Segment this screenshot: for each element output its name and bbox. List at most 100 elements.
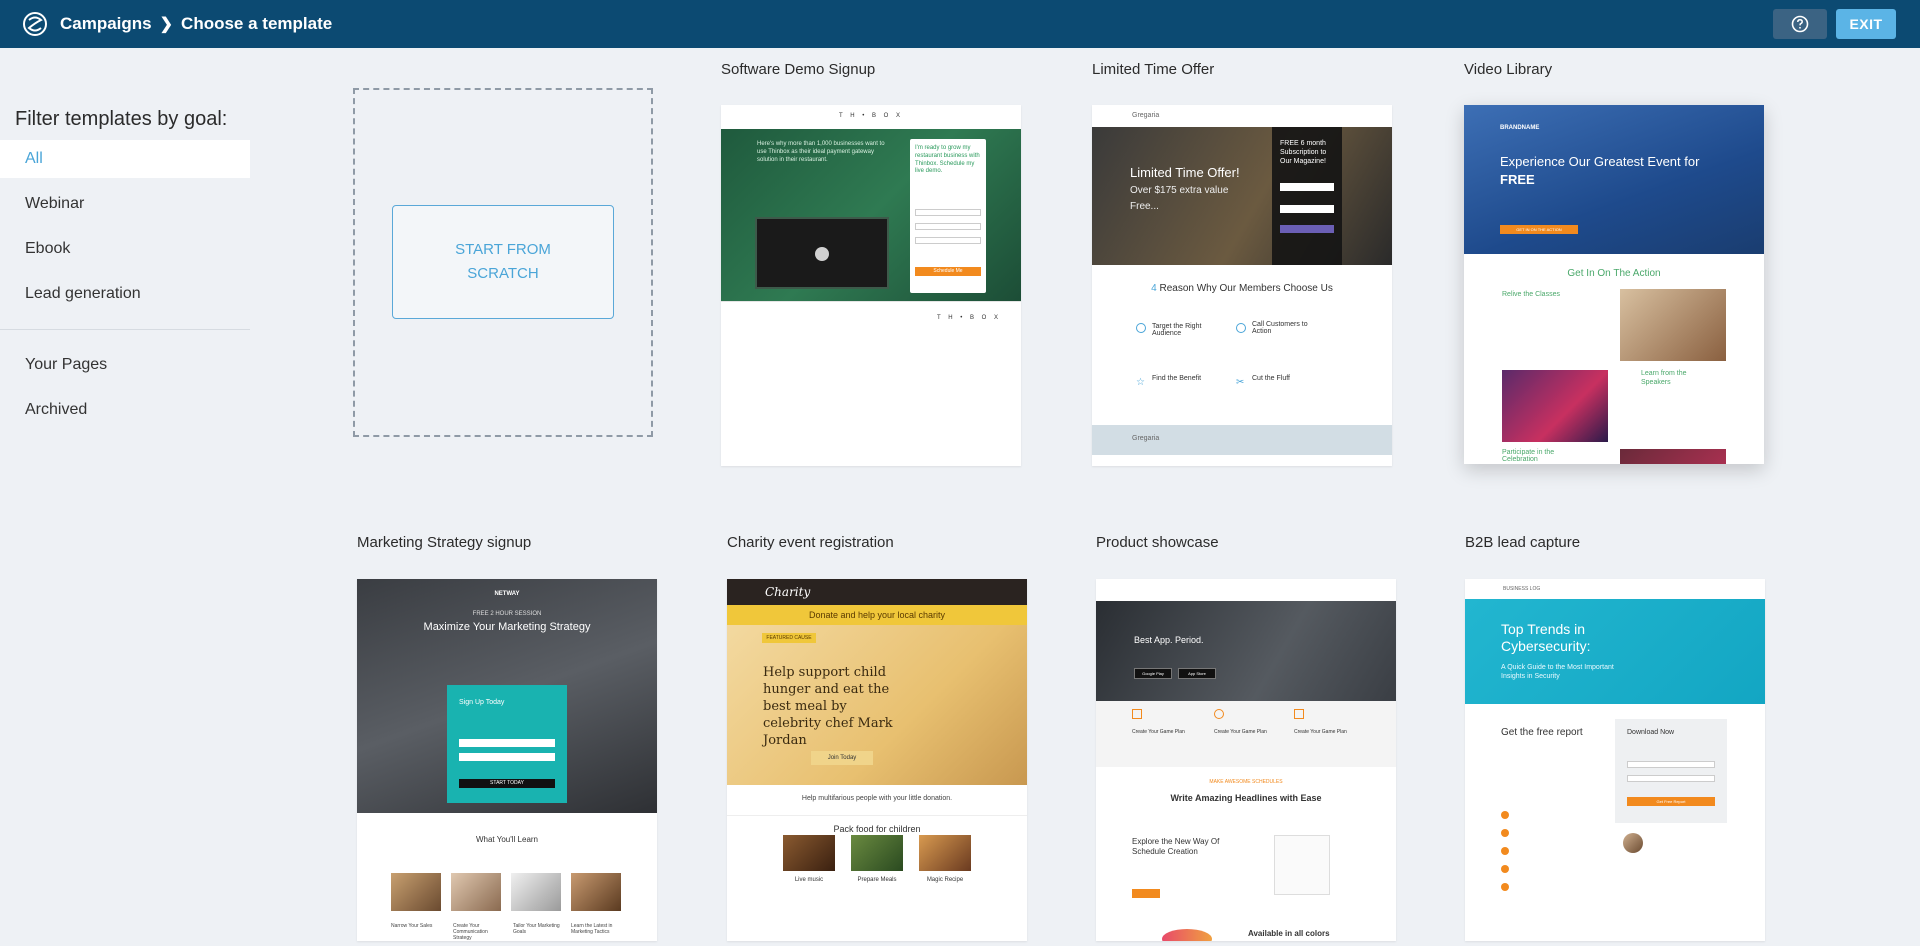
template-image [1620, 449, 1726, 464]
user-icon [1236, 323, 1246, 333]
template-hero: Top Trends in Cybersecurity: A Quick Gui… [1465, 599, 1765, 704]
template-button: Schedule Me [915, 267, 981, 276]
chevron-right-icon: ❯ [159, 16, 174, 33]
template-form: I'm ready to grow my restaurant business… [910, 139, 986, 293]
template-section-text: Reason Why Our Members Choose Us [1159, 283, 1333, 294]
filter-lead-generation[interactable]: Lead generation [0, 275, 250, 313]
user-icon [1214, 709, 1224, 719]
form-field [1627, 761, 1715, 768]
template-image [511, 873, 561, 911]
filter-ebook[interactable]: Ebook [0, 230, 250, 268]
template-section-title: Get In On The Action [1567, 268, 1661, 279]
template-hero: Best App. Period. Google Play App Store [1096, 601, 1396, 701]
app-store-badge: App Store [1178, 668, 1216, 679]
template-feature: Find the Benefit [1152, 375, 1202, 382]
template-button: Get Free Report [1627, 797, 1715, 806]
template-hero-title: Top Trends in Cybersecurity: [1501, 621, 1591, 654]
template-kicker: MAKE AWESOME SCHEDULES [1209, 779, 1283, 785]
form-field [1280, 183, 1334, 191]
template-hero-title: Best App. Period. [1134, 635, 1204, 645]
edit-icon [1132, 709, 1142, 719]
check-icon [1501, 865, 1509, 873]
template-section-title: Pack food for children [833, 824, 921, 834]
template-brand: BRANDNAME [1500, 125, 1540, 131]
form-field [459, 753, 555, 761]
app-logo-icon[interactable] [22, 11, 48, 37]
template-feature: Target the Right Audience [1152, 323, 1202, 337]
template-sub-title: Explore the New Way Of Schedule Creation [1132, 837, 1220, 857]
template-card-video-library[interactable]: BRANDNAME Experience Our Greatest Event … [1464, 105, 1764, 464]
template-footer-brand: Gregaria [1132, 435, 1160, 442]
template-section-num: 4 [1151, 283, 1157, 294]
template-card-marketing-strategy[interactable]: NETWAY FREE 2 HOUR SESSION Maximize Your… [357, 579, 657, 941]
scratch-label-line2: SCRATCH [467, 265, 539, 282]
top-bar: Campaigns ❯ Choose a template EXIT [0, 0, 1920, 48]
nav-your-pages[interactable]: Your Pages [0, 346, 250, 384]
template-image [783, 835, 835, 871]
template-nav: Charity [727, 579, 1027, 605]
form-field [915, 209, 981, 216]
footer-divider [721, 301, 1021, 302]
template-banner: Donate and help your local charity [727, 605, 1027, 625]
exit-button[interactable]: EXIT [1836, 9, 1896, 39]
page-title: Choose a template [181, 14, 333, 33]
template-item: Participate in the Celebration [1502, 449, 1555, 463]
template-hero-title: Help support child hunger and eat the be… [763, 665, 893, 748]
template-form-title: I'm ready to grow my restaurant business… [915, 145, 980, 175]
form-field [915, 237, 981, 244]
check-icon [1501, 883, 1509, 891]
template-card-product-showcase[interactable]: Best App. Period. Google Play App Store … [1096, 579, 1396, 941]
template-hero: FEATURED CAUSE Help support child hunger… [727, 625, 1027, 785]
template-item: Prepare Meals [857, 877, 897, 883]
template-brand: NETWAY [494, 591, 520, 597]
form-field [1627, 775, 1715, 782]
template-card-software-demo[interactable]: T H • B O X Here's why more than 1,000 b… [721, 105, 1021, 466]
template-title: Product showcase [1096, 534, 1219, 551]
template-logo: T H • B O X [721, 105, 1021, 129]
star-icon: ☆ [1136, 377, 1145, 388]
start-from-scratch-button[interactable]: START FROM SCRATCH [392, 205, 614, 319]
template-hero-title: Maximize Your Marketing Strategy [423, 621, 591, 633]
template-hero-sub2: Free... [1130, 201, 1159, 212]
template-headline: Here's why more than 1,000 businesses wa… [757, 141, 885, 163]
template-form: Download Now Get Free Report [1615, 719, 1727, 823]
template-section-title: 4 Reason Why Our Members Choose Us [1092, 282, 1392, 295]
template-hero-em: FREE [1500, 172, 1535, 188]
template-footer-text: Available in all colors [1248, 929, 1330, 938]
video-thumbnail [755, 217, 889, 289]
template-image [1620, 289, 1726, 361]
template-item: Relive the Classes [1502, 291, 1560, 298]
filter-all[interactable]: All [0, 140, 250, 178]
form-field [1280, 205, 1334, 213]
template-caption: Narrow Your Sales [391, 923, 433, 929]
template-card-limited-time-offer[interactable]: Gregaria Limited Time Offer! Over $175 e… [1092, 105, 1392, 466]
template-features: Create Your Game Plan Create Your Game P… [1096, 701, 1396, 767]
template-caption: Learn the Latest in Marketing Tactics [571, 923, 613, 935]
template-image [1162, 929, 1212, 941]
template-image [451, 873, 501, 911]
template-card-charity-event[interactable]: Charity Donate and help your local chari… [727, 579, 1027, 941]
scratch-label-line1: START FROM [455, 241, 551, 258]
template-title: Software Demo Signup [721, 61, 876, 78]
template-brand: Gregaria [1132, 112, 1160, 119]
avatar [1623, 833, 1643, 853]
breadcrumb-campaigns[interactable]: Campaigns [60, 14, 152, 34]
filter-title: Filter templates by goal: [15, 108, 228, 130]
template-image [1274, 835, 1330, 895]
template-card-b2b-lead-capture[interactable]: BUSINESS LOG Top Trends in Cybersecurity… [1465, 579, 1765, 941]
filter-webinar[interactable]: Webinar [0, 185, 250, 223]
target-icon [1136, 323, 1146, 333]
template-hero: Here's why more than 1,000 businesses wa… [721, 129, 1021, 301]
template-item: Live music [794, 877, 824, 883]
nav-archived[interactable]: Archived [0, 391, 250, 429]
template-hero-title: Experience Our Greatest Event for FREE [1500, 153, 1700, 189]
form-field [915, 223, 981, 230]
template-item: Learn from the Speakers [1641, 370, 1687, 387]
template-badge: FEATURED CAUSE [762, 633, 816, 643]
template-title: Marketing Strategy signup [357, 534, 532, 551]
check-icon [1501, 829, 1509, 837]
help-button[interactable] [1773, 9, 1827, 39]
template-section-title: What You'll Learn [475, 835, 538, 844]
template-footer-logo: T H • B O X [937, 315, 1001, 321]
template-footer: Gregaria [1092, 425, 1392, 455]
